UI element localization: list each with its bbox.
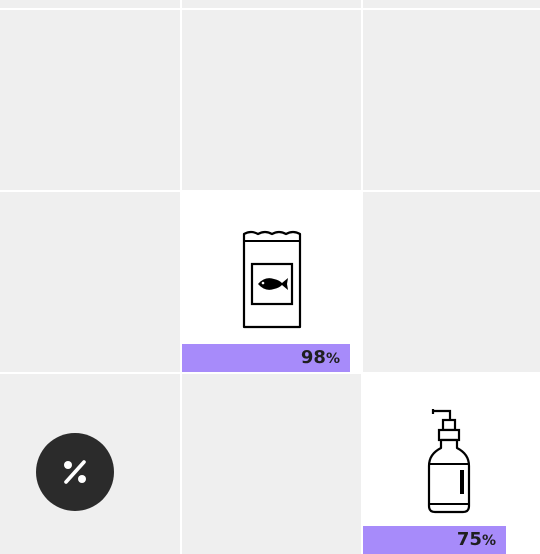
- grid-cell[interactable]: [182, 0, 361, 8]
- grid-cell[interactable]: [0, 10, 180, 190]
- product-cell-shampoo[interactable]: 75%: [363, 374, 540, 554]
- inventory-grid: 98% 75%: [0, 0, 540, 554]
- product-cell-food[interactable]: 98%: [182, 192, 361, 372]
- grid-cell[interactable]: [0, 0, 180, 8]
- pump-bottle-icon: [427, 409, 471, 514]
- progress-label-shampoo: 75%: [456, 529, 496, 550]
- percent-icon: [64, 460, 86, 484]
- progress-bar-shampoo: 75%: [363, 526, 506, 554]
- grid-cell[interactable]: [363, 10, 540, 190]
- discount-button[interactable]: [36, 433, 114, 511]
- grid-cell[interactable]: [182, 10, 361, 190]
- grid-cell[interactable]: [363, 192, 540, 372]
- progress-bar-food: 98%: [182, 344, 350, 372]
- grid-cell[interactable]: [363, 0, 540, 8]
- grid-cell[interactable]: [0, 374, 180, 554]
- grid-cell[interactable]: [0, 192, 180, 372]
- fish-food-bag-icon: [242, 230, 302, 329]
- progress-label-food: 98%: [300, 347, 340, 368]
- grid-cell[interactable]: [182, 374, 361, 554]
